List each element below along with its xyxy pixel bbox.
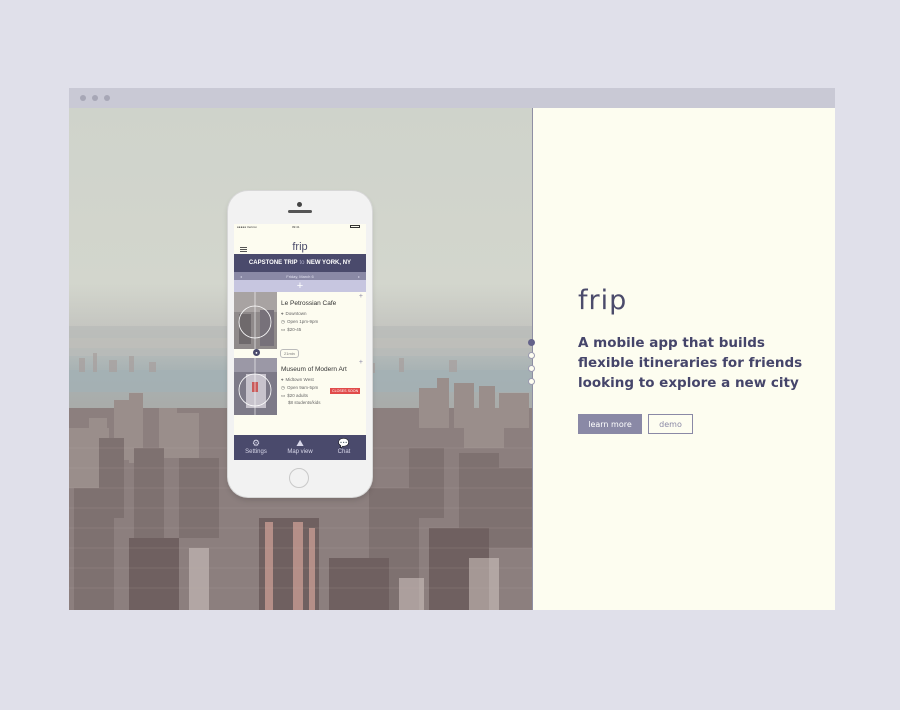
- phone-mockup: ●●●●● Verizon 09:41 frip CAPSTONE TRIP t…: [228, 191, 372, 497]
- prev-day-arrow-icon[interactable]: ◂: [240, 274, 242, 279]
- place-hours-row: ◷ Open 1pm-9pm: [281, 319, 318, 325]
- itinerary-item[interactable]: + Museum of Modern Art ⌖ Midtown West ◷ Op…: [234, 358, 366, 415]
- travel-gap: ● 21min: [234, 348, 366, 358]
- learn-more-button[interactable]: learn more: [578, 414, 642, 434]
- status-time: 09:41: [292, 225, 300, 229]
- add-after-icon[interactable]: +: [359, 359, 363, 366]
- tab-label: Settings: [245, 449, 267, 455]
- place-hours: Open 9am-5pm: [286, 385, 319, 390]
- slide-nav-dot[interactable]: [528, 339, 535, 346]
- phone-camera: [297, 202, 302, 207]
- place-price-row: ▭ $20 adults: [281, 393, 308, 399]
- cafe-photo: [234, 292, 277, 349]
- browser-window: ●●●●● Verizon 09:41 frip CAPSTONE TRIP t…: [69, 88, 835, 610]
- tab-bar: ⚙ Settings ⛰ Map view 💬 Chat: [234, 435, 366, 460]
- ticket-icon: ▭: [281, 327, 286, 332]
- carrier-label: ●●●●● Verizon: [237, 225, 257, 229]
- plus-icon: +: [296, 279, 304, 292]
- place-area: Downtown: [285, 311, 307, 316]
- add-place-button[interactable]: +: [234, 280, 366, 292]
- date-label: Friday, March 6: [286, 273, 314, 279]
- trip-city: NEW YORK, NY: [306, 260, 352, 266]
- clock-icon: ◷: [281, 385, 285, 390]
- product-name: frip: [578, 285, 628, 316]
- add-after-icon[interactable]: +: [359, 293, 363, 300]
- slide-nav-dot[interactable]: [528, 352, 535, 359]
- place-hours-row: ◷ Open 9am-5pm: [281, 385, 318, 391]
- phone-home-button: [289, 468, 309, 488]
- date-bar: ◂ Friday, March 6 ▸: [234, 272, 366, 280]
- place-name: Le Petrossian Cafe: [281, 300, 337, 307]
- phone-screen: ●●●●● Verizon 09:41 frip CAPSTONE TRIP t…: [234, 224, 366, 460]
- place-price-extra: $8 students/kids: [288, 400, 321, 405]
- place-price: $20 adults: [287, 393, 309, 398]
- place-area: Midtown West: [285, 377, 314, 382]
- place-price-row: ▭ $20-45: [281, 327, 301, 333]
- browser-title-bar: [69, 88, 835, 108]
- app-header: frip: [234, 230, 366, 254]
- place-hours: Open 1pm-9pm: [286, 319, 319, 324]
- place-area-row: ⌖ Downtown: [281, 311, 307, 316]
- tab-label: Map view: [287, 449, 313, 455]
- tab-settings[interactable]: ⚙ Settings: [234, 437, 278, 455]
- map-icon: ⛰: [296, 438, 304, 448]
- product-tagline: A mobile app that builds flexible itiner…: [578, 335, 803, 391]
- museum-photo: [234, 358, 277, 415]
- demo-button[interactable]: demo: [648, 414, 693, 434]
- slide-nav-dot[interactable]: [528, 365, 535, 372]
- trip-name: CAPSTONE TRIP: [248, 260, 298, 266]
- next-day-arrow-icon[interactable]: ▸: [358, 274, 360, 279]
- place-price: $20-45: [287, 327, 302, 332]
- location-pin-icon: ⌖: [281, 311, 284, 316]
- minimize-dot[interactable]: [92, 95, 98, 101]
- itinerary-item[interactable]: + Le Petrossian Cafe ⌖ Downtown ◷ Open 1pm…: [234, 292, 366, 349]
- maximize-dot[interactable]: [104, 95, 110, 101]
- closes-soon-badge: CLOSES SOON: [330, 388, 361, 394]
- clock-icon: ◷: [281, 319, 285, 324]
- travel-time: 21min: [280, 349, 299, 358]
- place-area-row: ⌖ Midtown West: [281, 377, 314, 382]
- close-dot[interactable]: [80, 95, 86, 101]
- ticket-icon: ▭: [281, 393, 286, 398]
- tab-map-view[interactable]: ⛰ Map view: [278, 437, 322, 455]
- app-title: frip: [292, 241, 308, 253]
- phone-speaker: [288, 210, 312, 213]
- tab-chat[interactable]: 💬 Chat: [322, 437, 366, 455]
- walk-icon: ●: [253, 349, 260, 356]
- location-pin-icon: ⌖: [281, 377, 284, 382]
- place-name: Museum of Modern Art: [281, 366, 347, 373]
- slide-nav-dot[interactable]: [528, 378, 535, 385]
- battery-icon: [350, 225, 360, 228]
- trip-banner: CAPSTONE TRIP to NEW YORK, NY: [234, 254, 366, 272]
- trip-connector: to: [299, 260, 305, 266]
- gear-icon: ⚙: [251, 438, 261, 448]
- chat-icon: 💬: [338, 438, 350, 448]
- tab-label: Chat: [337, 449, 351, 455]
